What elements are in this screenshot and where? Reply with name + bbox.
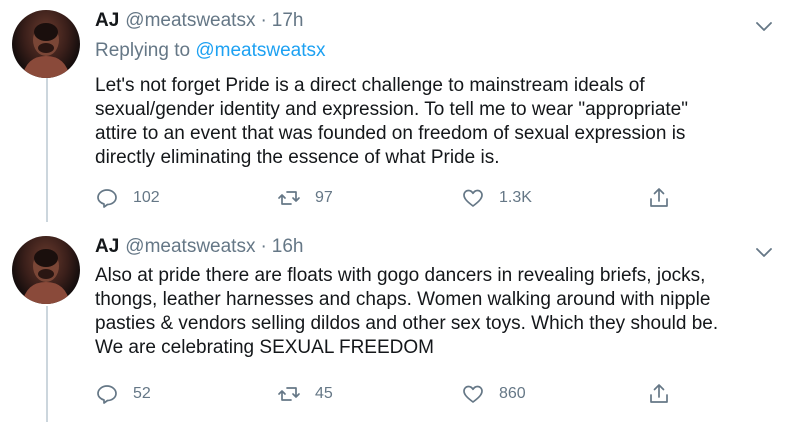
tweet[interactable]: AJ @meatsweatsx · 16h Also at pride ther… — [0, 228, 800, 422]
chevron-down-icon[interactable] — [752, 14, 776, 38]
timestamp[interactable]: 17h — [272, 10, 304, 32]
tweet-text-line: pasties & vendors selling dildos and oth… — [95, 313, 719, 334]
tweet-text-line: thongs, leather harnesses and chaps. Wom… — [95, 289, 711, 310]
retweet-button[interactable]: 97 — [277, 184, 333, 212]
like-count: 1.3K — [499, 189, 532, 206]
reply-icon — [97, 189, 117, 208]
retweet-button[interactable]: 45 — [277, 380, 333, 408]
like-button[interactable]: 860 — [461, 380, 526, 408]
tweet[interactable]: AJ @meatsweatsx · 17h Replying to @meats… — [0, 0, 800, 222]
retweet-count: 45 — [315, 385, 333, 402]
reply-count: 52 — [133, 385, 151, 402]
separator-dot: · — [260, 236, 267, 257]
share-icon — [650, 384, 668, 403]
like-count: 860 — [499, 385, 526, 402]
display-name[interactable]: AJ — [95, 10, 119, 32]
tweet-text-line: We are celebrating SEXUAL FREEDOM — [95, 337, 434, 358]
user-handle[interactable]: @meatsweatsx — [125, 10, 255, 32]
reply-button[interactable]: 102 — [95, 184, 160, 212]
share-icon — [650, 188, 668, 207]
tweet-text-line: Let's not forget Pride is a direct chall… — [95, 75, 645, 96]
timestamp[interactable]: 16h — [272, 236, 304, 258]
heart-icon — [463, 189, 483, 207]
reply-count: 102 — [133, 189, 160, 206]
retweet-count: 97 — [315, 189, 333, 206]
action-bar: 52 45 860 — [95, 380, 695, 408]
retweet-icon — [278, 191, 300, 205]
avatar[interactable] — [12, 236, 80, 304]
share-button[interactable] — [647, 380, 685, 408]
separator-dot: · — [260, 10, 267, 31]
tweet-header: AJ @meatsweatsx · 17h — [95, 10, 304, 36]
chevron-down-icon[interactable] — [752, 240, 776, 264]
avatar[interactable] — [12, 10, 80, 78]
like-button[interactable]: 1.3K — [461, 184, 532, 212]
tweet-text-line: directly eliminating the essence of what… — [95, 147, 500, 168]
replying-to: Replying to @meatsweatsx — [95, 40, 326, 62]
tweet-text: Let's not forget Pride is a direct chall… — [95, 74, 688, 170]
tweet-text-line: attire to an event that was founded on f… — [95, 123, 686, 144]
tweet-text-line: Also at pride there are floats with gogo… — [95, 265, 706, 286]
replying-label: Replying to — [95, 40, 191, 61]
user-handle[interactable]: @meatsweatsx — [125, 236, 255, 258]
heart-icon — [463, 385, 483, 403]
reply-icon — [97, 385, 117, 404]
share-button[interactable] — [647, 184, 685, 212]
tweet-text-line: sexual/gender identity and expression. T… — [95, 99, 688, 120]
reply-button[interactable]: 52 — [95, 380, 151, 408]
display-name[interactable]: AJ — [95, 236, 119, 258]
replying-handle-link[interactable]: @meatsweatsx — [195, 40, 325, 61]
tweet-text: Also at pride there are floats with gogo… — [95, 264, 718, 360]
retweet-icon — [278, 387, 300, 401]
action-bar: 102 97 1.3K — [95, 184, 695, 212]
tweet-header: AJ @meatsweatsx · 16h — [95, 236, 304, 262]
